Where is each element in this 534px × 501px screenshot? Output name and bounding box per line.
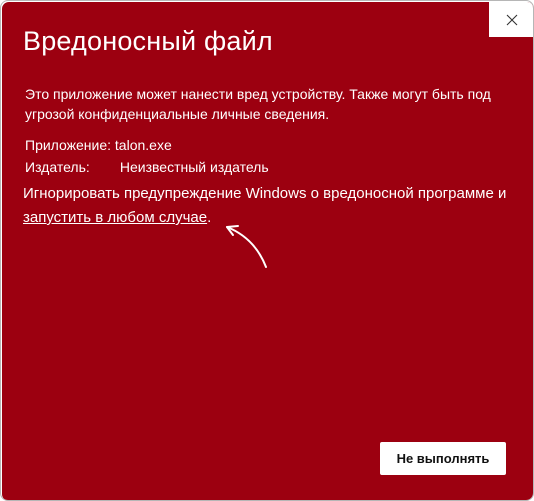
smartscreen-dialog: Вредоносный файл Это приложение может на… bbox=[0, 0, 534, 501]
publisher-label: Издатель: bbox=[25, 159, 90, 175]
close-icon bbox=[506, 14, 518, 26]
app-row: Приложение: talon.exe bbox=[25, 137, 172, 153]
warning-panel: Вредоносный файл Это приложение может на… bbox=[2, 2, 533, 500]
warning-description: Это приложение может нанести вред устрой… bbox=[25, 86, 491, 122]
app-name: talon.exe bbox=[114, 137, 172, 153]
arrow-icon bbox=[217, 217, 277, 278]
run-anyway-link[interactable]: запустить в любом случае bbox=[23, 209, 207, 226]
dont-run-button[interactable]: Не выполнять bbox=[380, 442, 506, 475]
ignore-warning-suffix: . bbox=[207, 209, 212, 226]
publisher-name: Неизвестный издатель bbox=[119, 159, 269, 175]
ignore-warning-prefix: Игнорировать предупреждение Windows о вр… bbox=[23, 185, 507, 202]
close-button[interactable] bbox=[489, 2, 533, 37]
publisher-row: Издатель: Неизвестный издатель bbox=[25, 159, 269, 175]
dialog-title: Вредоносный файл bbox=[23, 26, 273, 56]
app-label: Приложение: bbox=[25, 137, 112, 153]
